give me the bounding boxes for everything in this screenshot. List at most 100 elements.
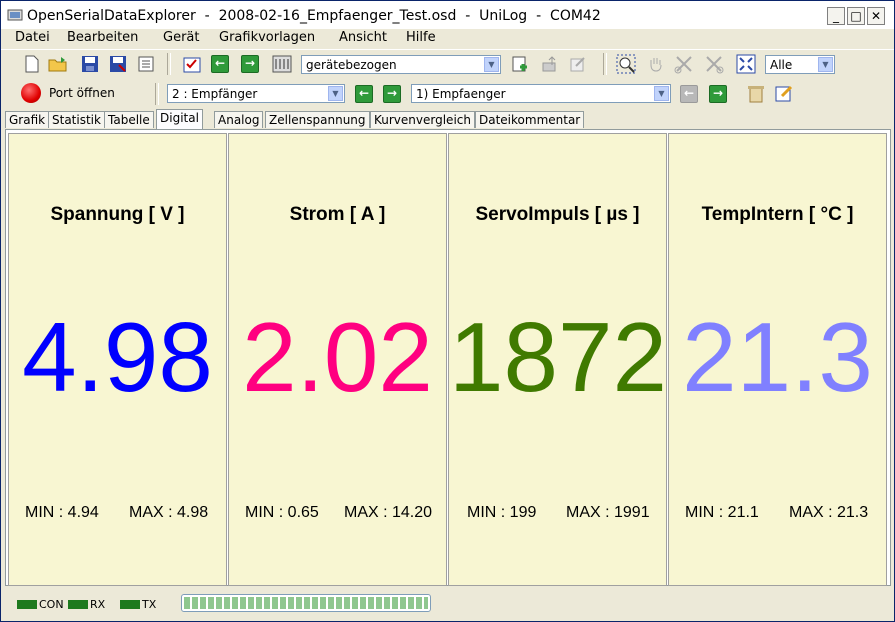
folder-open-icon	[48, 57, 67, 72]
device-properties-button[interactable]	[271, 53, 293, 75]
measurement-name: Spannung [ V ]	[50, 204, 185, 225]
scissors-icon	[706, 56, 724, 74]
measurement-card-temperature: TempIntern [ °C ] 21.3 MIN : 21.1 MAX : …	[668, 133, 887, 586]
prev-record-button[interactable]: ←	[355, 85, 373, 103]
close-icon: ✕	[870, 9, 882, 23]
device-select-button[interactable]	[181, 53, 203, 75]
settings-file-button[interactable]	[135, 53, 157, 75]
rx-label: RX	[90, 598, 106, 611]
port-open-label[interactable]: Port öffnen	[49, 86, 115, 100]
menu-geraet[interactable]: Gerät	[163, 30, 199, 45]
menu-grafikvorlagen[interactable]: Grafikvorlagen	[219, 30, 315, 45]
tab-grafik[interactable]: Grafik	[5, 111, 50, 128]
chevron-down-icon[interactable]: ▼	[818, 57, 833, 72]
menu-bearbeiten[interactable]: Bearbeiten	[67, 30, 138, 45]
save-as-button[interactable]	[107, 53, 129, 75]
menu-datei[interactable]: Datei	[15, 30, 50, 45]
export-button[interactable]	[539, 53, 561, 75]
minimize-button[interactable]: _	[827, 7, 845, 25]
trash-icon	[748, 86, 764, 103]
con-label: CON	[39, 598, 64, 611]
digital-panel: Spannung [ V ] 4.98 MIN : 4.94 MAX : 4.9…	[5, 129, 891, 586]
status-bar: CON RX TX	[1, 589, 894, 621]
chevron-down-icon[interactable]: ▼	[484, 57, 499, 72]
open-file-button[interactable]	[47, 53, 69, 75]
chevron-down-icon[interactable]: ▼	[654, 86, 669, 101]
new-file-icon	[25, 55, 39, 73]
rx-led	[68, 600, 88, 609]
pan-button[interactable]	[645, 53, 667, 75]
app-icon	[7, 9, 23, 21]
device-value: 2 : Empfänger	[172, 87, 258, 101]
tab-digital[interactable]: Digital	[156, 109, 203, 129]
record-value: 1) Empfaenger	[416, 87, 506, 101]
device-properties-icon	[272, 55, 292, 73]
tab-kurvenvergleich[interactable]: Kurvenvergleich	[370, 111, 475, 128]
hand-icon	[650, 58, 662, 72]
tab-dateikommentar[interactable]: Dateikommentar	[475, 111, 585, 128]
next-record-button[interactable]: →	[383, 85, 401, 103]
measurement-value: 21.3	[682, 302, 873, 412]
menu-bar: Datei Bearbeiten Gerät Grafikvorlagen An…	[1, 29, 894, 50]
record-combo[interactable]: 1) Empfaenger ▼	[411, 84, 671, 103]
tx-led	[120, 600, 140, 609]
next-device-button[interactable]: →	[241, 55, 259, 73]
con-led	[17, 600, 37, 609]
arrow-right-icon: →	[386, 86, 398, 100]
cut-right-button[interactable]	[703, 53, 725, 75]
view-mode-value: gerätebezogen	[306, 58, 397, 72]
zoom-button[interactable]	[615, 53, 637, 75]
arrow-right-icon: →	[244, 56, 256, 70]
menu-hilfe[interactable]: Hilfe	[406, 30, 436, 45]
measurement-name: Strom [ A ]	[289, 204, 386, 225]
range-combo[interactable]: Alle ▼	[765, 55, 835, 74]
tab-analog[interactable]: Analog	[214, 111, 264, 128]
toolbar-separator	[155, 83, 159, 105]
port-status-icon[interactable]	[21, 83, 41, 103]
application-window: OpenSerialDataExplorer - 2008-02-16_Empf…	[0, 0, 895, 622]
delete-record-button[interactable]	[745, 82, 767, 104]
maximize-button[interactable]: □	[847, 7, 865, 25]
measurement-value: 1872	[449, 302, 668, 412]
prev-file-button[interactable]: ←	[680, 85, 698, 103]
toolbar: ← → gerätebezogen ▼ Alle ▼ Port öffnen 2…	[1, 50, 894, 108]
measurement-name: TempIntern [ °C ]	[701, 204, 854, 225]
toolbar-separator	[167, 53, 171, 75]
tx-label: TX	[142, 598, 157, 611]
tab-statistik[interactable]: Statistik	[48, 111, 105, 128]
measurement-value: 4.98	[22, 302, 213, 412]
measurement-min: MIN : 0.65	[245, 504, 319, 521]
range-value: Alle	[770, 58, 793, 72]
edit-button[interactable]	[567, 53, 589, 75]
edit-icon	[570, 57, 585, 72]
next-file-button[interactable]: →	[709, 85, 727, 103]
tab-tabelle[interactable]: Tabelle	[104, 111, 154, 128]
save-icon	[82, 56, 98, 72]
cut-left-button[interactable]	[673, 53, 695, 75]
minimize-icon: _	[833, 9, 839, 23]
chevron-down-icon[interactable]: ▼	[328, 86, 343, 101]
edit-record-button[interactable]	[773, 82, 795, 104]
menu-ansicht[interactable]: Ansicht	[339, 30, 387, 45]
tab-zellenspannung[interactable]: Zellenspannung	[265, 111, 370, 128]
scissors-icon	[674, 56, 692, 74]
arrow-right-icon: →	[712, 86, 724, 100]
fit-view-button[interactable]	[735, 53, 757, 75]
close-button[interactable]: ✕	[867, 7, 885, 25]
view-mode-combo[interactable]: gerätebezogen ▼	[301, 55, 501, 74]
measurement-max: MAX : 4.98	[129, 504, 209, 521]
progress-fill	[184, 597, 428, 609]
export-icon	[542, 56, 556, 72]
measurement-max: MAX : 1991	[566, 504, 650, 521]
add-channel-button[interactable]	[509, 53, 531, 75]
save-button[interactable]	[79, 53, 101, 75]
fit-view-icon	[736, 54, 756, 74]
pencil-icon	[775, 85, 793, 102]
measurement-min: MIN : 4.94	[25, 504, 99, 521]
document-list-icon	[138, 56, 154, 72]
new-file-button[interactable]	[21, 53, 43, 75]
device-combo[interactable]: 2 : Empfänger ▼	[167, 84, 345, 103]
prev-device-button[interactable]: ←	[211, 55, 229, 73]
measurement-min: MIN : 199	[467, 504, 537, 521]
arrow-left-icon: ←	[683, 86, 695, 100]
